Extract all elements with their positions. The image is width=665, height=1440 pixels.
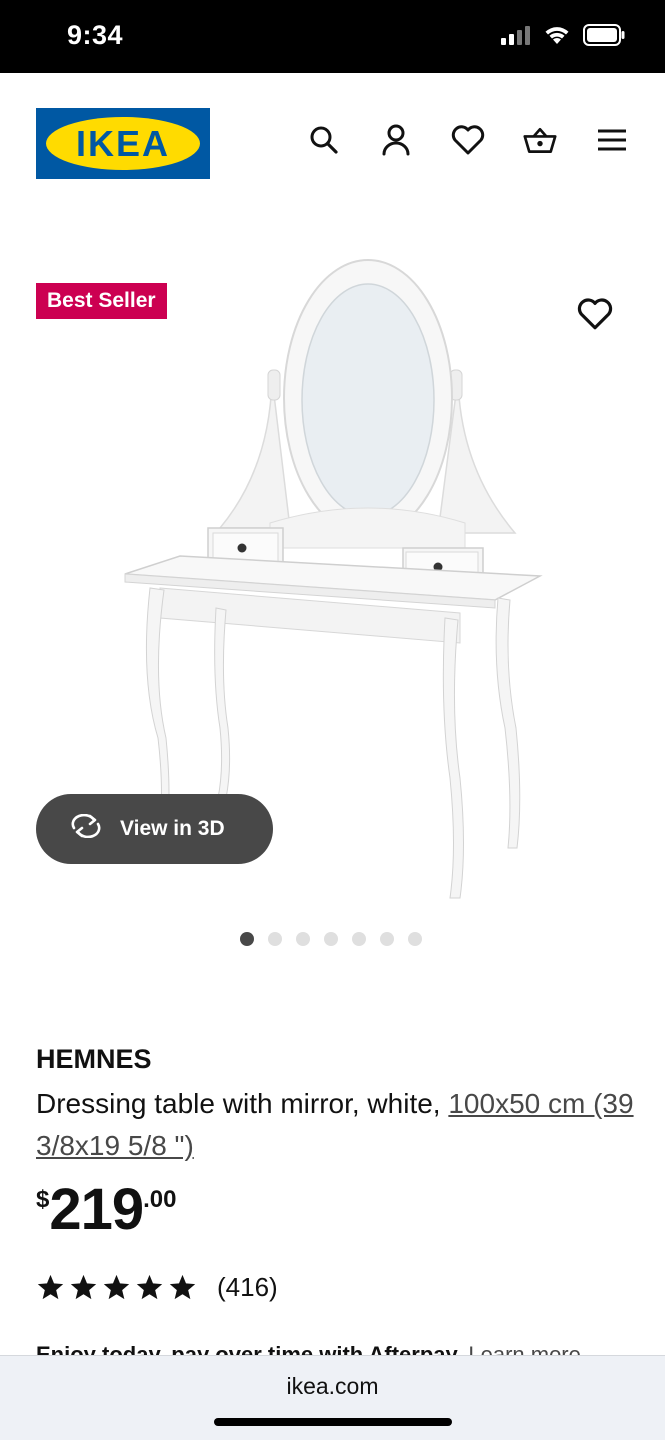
star-icon: [37, 1274, 64, 1300]
wishlist-heart-icon[interactable]: [451, 123, 485, 157]
price-currency: $: [36, 1186, 50, 1213]
product-gallery[interactable]: Best Seller View in 3D: [0, 213, 665, 973]
menu-icon[interactable]: [595, 123, 629, 157]
view-in-3d-label: View in 3D: [120, 817, 225, 840]
browser-address-bar: ikea.com: [0, 1355, 665, 1440]
wifi-icon: [543, 25, 571, 50]
account-icon[interactable]: [379, 123, 413, 157]
status-bar: 9:34: [0, 0, 665, 73]
best-seller-badge: Best Seller: [36, 283, 167, 319]
site-header: IKEA: [0, 73, 665, 213]
product-rating[interactable]: (416): [36, 1272, 278, 1303]
view-in-3d-button[interactable]: View in 3D: [36, 794, 273, 864]
carousel-pagination: [240, 932, 422, 946]
carousel-dot[interactable]: [296, 932, 310, 946]
star-icon: [70, 1274, 97, 1300]
product-type-text: Dressing table with mirror, white,: [36, 1088, 449, 1119]
add-to-wishlist-button[interactable]: [577, 298, 613, 334]
logo-text: IKEA: [75, 122, 170, 164]
carousel-dot[interactable]: [408, 932, 422, 946]
carousel-dot[interactable]: [240, 932, 254, 946]
rotate-3d-icon: [68, 813, 104, 844]
url-field[interactable]: ikea.com: [0, 1373, 665, 1400]
carousel-dot[interactable]: [324, 932, 338, 946]
price-integer: 219: [49, 1177, 144, 1242]
product-price: $ 219 .00: [36, 1178, 177, 1242]
status-time: 9:34: [67, 20, 124, 50]
star-icon: [103, 1274, 130, 1300]
search-icon[interactable]: [307, 123, 341, 157]
carousel-dot[interactable]: [352, 932, 366, 946]
ikea-logo[interactable]: IKEA: [36, 108, 210, 179]
shopping-basket-icon[interactable]: [523, 123, 557, 157]
star-icon: [169, 1274, 196, 1300]
star-icon: [136, 1274, 163, 1300]
review-count: (416): [217, 1272, 278, 1302]
logo-oval: IKEA: [46, 117, 200, 170]
status-icons: [501, 24, 625, 51]
home-indicator[interactable]: [214, 1418, 452, 1426]
heart-icon: [577, 298, 613, 330]
cellular-signal-icon: [501, 25, 531, 50]
carousel-dot[interactable]: [380, 932, 394, 946]
battery-icon: [583, 24, 625, 51]
product-description: Dressing table with mirror, white, 100x5…: [36, 1083, 636, 1167]
header-actions: [307, 123, 629, 157]
price-decimal: .00: [143, 1186, 177, 1213]
product-name: HEMNES: [36, 1044, 152, 1074]
carousel-dot[interactable]: [268, 932, 282, 946]
